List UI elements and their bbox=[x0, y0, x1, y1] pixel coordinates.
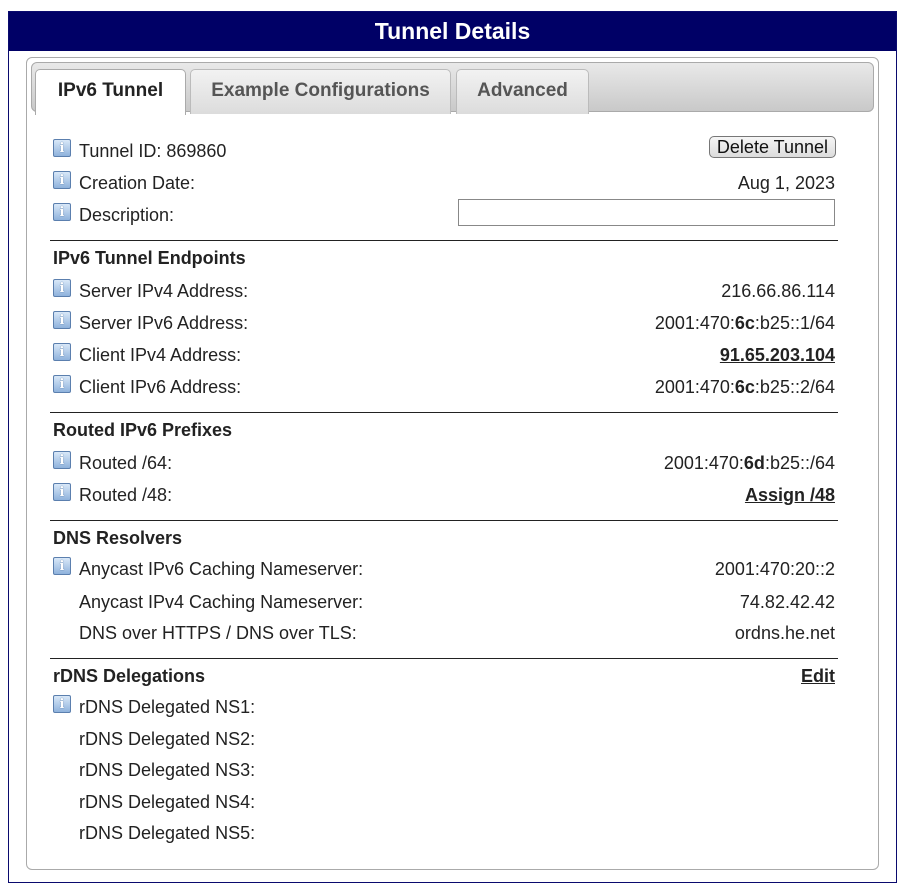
window-title: Tunnel Details bbox=[9, 12, 896, 51]
client-ipv6-row: i Client IPv6 Address: 2001:470:6c:b25::… bbox=[53, 375, 835, 401]
section-divider bbox=[50, 240, 838, 241]
routed48-row: i Routed /48: Assign /48 bbox=[53, 483, 835, 509]
info-icon[interactable]: i bbox=[53, 343, 71, 361]
info-icon[interactable]: i bbox=[53, 451, 71, 469]
section-divider bbox=[50, 412, 838, 413]
dns-section-header: DNS Resolvers bbox=[53, 526, 835, 552]
routed48-label: Routed /48: bbox=[79, 485, 173, 505]
dns-title: DNS Resolvers bbox=[53, 528, 183, 548]
anycast-ipv4-value: 74.82.42.42 bbox=[739, 592, 835, 612]
tab-advanced[interactable]: Advanced bbox=[456, 69, 589, 114]
tunnel-id-row: i Tunnel ID: 869860 Delete Tunnel bbox=[53, 136, 836, 165]
rdns-ns5-row: rDNS Delegated NS5: bbox=[53, 821, 835, 847]
server-ipv4-value: 216.66.86.114 bbox=[721, 281, 835, 301]
tab-bar: IPv6 Tunnel Example Configurations Advan… bbox=[31, 62, 874, 115]
server-ipv6-highlight: 6c bbox=[734, 313, 755, 333]
tab-ipv6-tunnel[interactable]: IPv6 Tunnel bbox=[35, 69, 186, 115]
anycast-ipv6-label: Anycast IPv6 Caching Nameserver: bbox=[79, 559, 364, 579]
info-icon[interactable]: i bbox=[53, 279, 71, 297]
routed64-suffix: :b25::/64 bbox=[764, 453, 835, 473]
anycast-ipv4-label: Anycast IPv4 Caching Nameserver: bbox=[79, 592, 364, 612]
section-divider bbox=[50, 658, 838, 659]
assign-48-link[interactable]: Assign /48 bbox=[745, 485, 835, 506]
doh-label: DNS over HTTPS / DNS over TLS: bbox=[79, 623, 357, 643]
routed64-value: 2001:470:6d:b25::/64 bbox=[664, 453, 835, 474]
info-icon[interactable]: i bbox=[53, 483, 71, 501]
creation-date-row: i Creation Date: Aug 1, 2023 bbox=[53, 171, 835, 197]
rdns-ns4-label: rDNS Delegated NS4: bbox=[79, 792, 256, 812]
client-ipv6-suffix: :b25::2/64 bbox=[754, 377, 835, 397]
anycast-ipv6-value: 2001:470:20::2 bbox=[714, 559, 835, 579]
info-icon[interactable]: i bbox=[53, 557, 71, 575]
server-ipv6-label: Server IPv6 Address: bbox=[79, 313, 249, 333]
rdns-ns3-label: rDNS Delegated NS3: bbox=[79, 760, 256, 780]
tab-example-configurations[interactable]: Example Configurations bbox=[190, 69, 451, 114]
server-ipv6-suffix: :b25::1/64 bbox=[754, 313, 835, 333]
rdns-ns2-row: rDNS Delegated NS2: bbox=[53, 727, 835, 753]
client-ipv6-highlight: 6c bbox=[734, 377, 755, 397]
anycast-ipv4-row: Anycast IPv4 Caching Nameserver: 74.82.4… bbox=[53, 590, 835, 616]
rdns-ns1-label: rDNS Delegated NS1: bbox=[79, 697, 256, 717]
creation-date-label: Creation Date: bbox=[79, 173, 196, 193]
info-icon[interactable]: i bbox=[53, 375, 71, 393]
server-ipv4-row: i Server IPv4 Address: 216.66.86.114 bbox=[53, 279, 835, 305]
rdns-ns4-row: rDNS Delegated NS4: bbox=[53, 790, 835, 816]
routed64-highlight: 6d bbox=[743, 453, 765, 473]
server-ipv6-prefix: 2001:470: bbox=[654, 313, 735, 333]
anycast-ipv6-row: i Anycast IPv6 Caching Nameserver: 2001:… bbox=[53, 557, 835, 583]
routed64-row: i Routed /64: 2001:470:6d:b25::/64 bbox=[53, 451, 835, 477]
creation-date-value: Aug 1, 2023 bbox=[737, 173, 835, 193]
rdns-title: rDNS Delegations bbox=[53, 666, 206, 686]
routed64-label: Routed /64: bbox=[79, 453, 173, 473]
rdns-edit-link[interactable]: Edit bbox=[801, 666, 835, 687]
doh-value: ordns.he.net bbox=[734, 623, 835, 643]
rdns-section-header: rDNS Delegations Edit bbox=[53, 664, 835, 690]
endpoints-section-header: IPv6 Tunnel Endpoints bbox=[53, 246, 835, 272]
section-divider bbox=[50, 520, 838, 521]
routed64-prefix: 2001:470: bbox=[663, 453, 744, 473]
server-ipv6-row: i Server IPv6 Address: 2001:470:6c:b25::… bbox=[53, 311, 835, 337]
description-input[interactable] bbox=[458, 199, 835, 226]
doh-row: DNS over HTTPS / DNS over TLS: ordns.he.… bbox=[53, 621, 835, 647]
info-icon[interactable]: i bbox=[53, 311, 71, 329]
prefixes-section-header: Routed IPv6 Prefixes bbox=[53, 418, 835, 444]
info-icon[interactable]: i bbox=[53, 203, 71, 221]
info-icon[interactable]: i bbox=[53, 139, 71, 157]
client-ipv6-prefix: 2001:470: bbox=[654, 377, 735, 397]
rdns-ns3-row: rDNS Delegated NS3: bbox=[53, 758, 835, 784]
description-label: Description: bbox=[79, 205, 175, 225]
server-ipv6-value: 2001:470:6c:b25::1/64 bbox=[655, 313, 835, 334]
tunnel-id-label: Tunnel ID: 869860 bbox=[79, 141, 227, 161]
rdns-ns5-label: rDNS Delegated NS5: bbox=[79, 823, 256, 843]
delete-tunnel-button[interactable]: Delete Tunnel bbox=[708, 136, 836, 158]
rdns-ns2-label: rDNS Delegated NS2: bbox=[79, 729, 256, 749]
client-ipv6-label: Client IPv6 Address: bbox=[79, 377, 242, 397]
client-ipv4-row: i Client IPv4 Address: 91.65.203.104 bbox=[53, 343, 835, 369]
server-ipv4-label: Server IPv4 Address: bbox=[79, 281, 249, 301]
client-ipv4-label: Client IPv4 Address: bbox=[79, 345, 242, 365]
info-icon[interactable]: i bbox=[53, 171, 71, 189]
prefixes-title: Routed IPv6 Prefixes bbox=[53, 420, 233, 440]
info-icon[interactable]: i bbox=[53, 695, 71, 713]
endpoints-title: IPv6 Tunnel Endpoints bbox=[53, 248, 246, 268]
rdns-ns1-row: i rDNS Delegated NS1: bbox=[53, 695, 835, 721]
client-ipv6-value: 2001:470:6c:b25::2/64 bbox=[655, 377, 835, 398]
client-ipv4-link[interactable]: 91.65.203.104 bbox=[720, 345, 835, 366]
description-row: i Description: bbox=[53, 199, 835, 229]
